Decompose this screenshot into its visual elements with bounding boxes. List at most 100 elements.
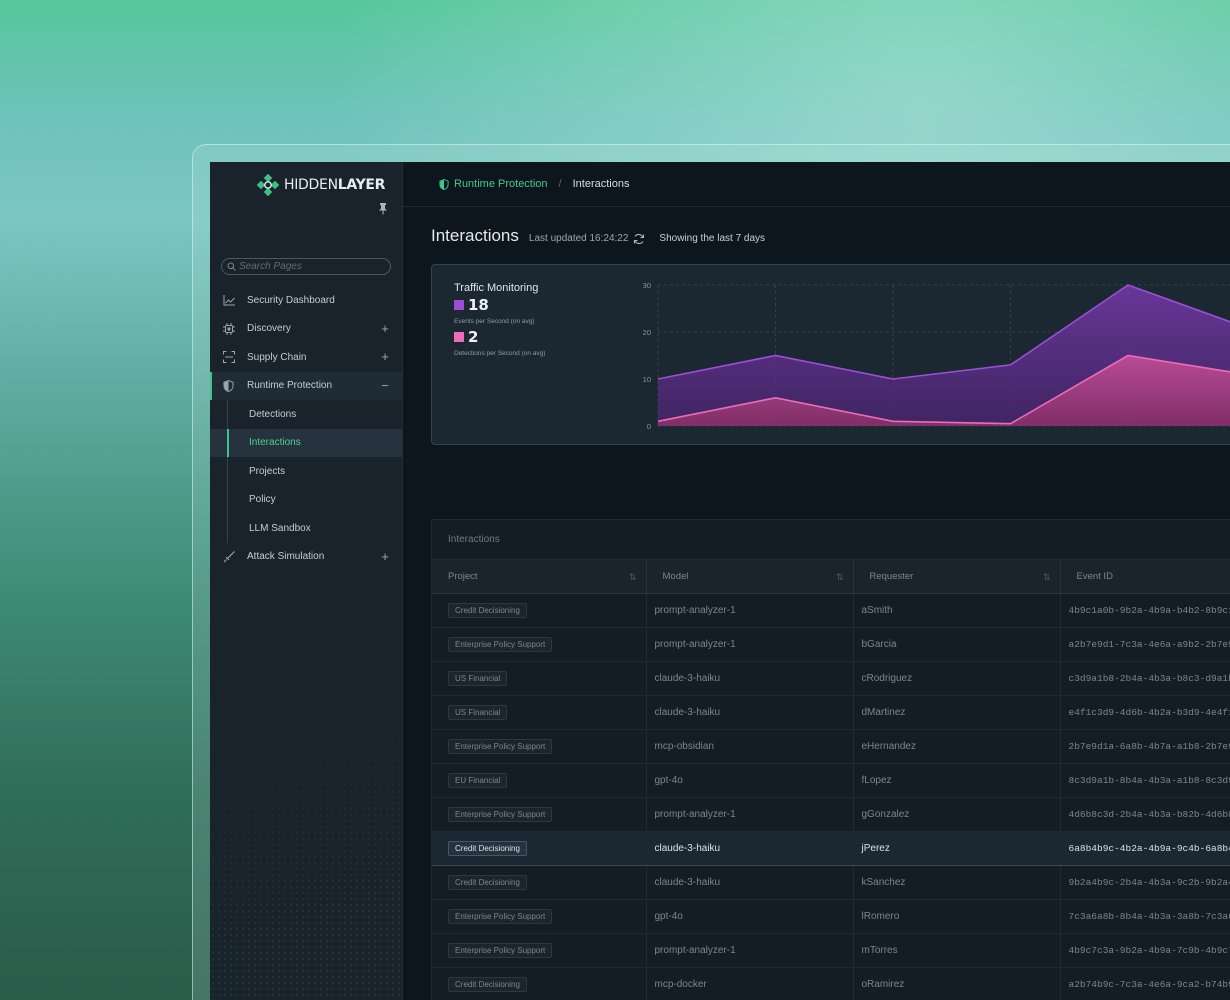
- cell-text: lRomero: [861, 910, 900, 922]
- search-pages-box[interactable]: [221, 258, 391, 275]
- cell-text: dMartinez: [861, 706, 906, 718]
- cell-model: prompt-analyzer-1: [646, 797, 854, 832]
- subitem-label: LLM Sandbox: [249, 522, 311, 534]
- pin-icon[interactable]: [378, 202, 390, 216]
- project-tag: US Financial: [448, 704, 508, 720]
- cell-model: prompt-analyzer-1: [646, 933, 854, 968]
- logo-text: HIDDENLAYER: [284, 177, 385, 193]
- column-header-event-id[interactable]: Event ID: [1060, 560, 1230, 594]
- cell-requester: fLopez: [853, 763, 1061, 798]
- table-row[interactable]: Enterprise Policy Support prompt-analyzer…: [432, 933, 1230, 968]
- cell-project: Enterprise Policy Support: [432, 933, 647, 968]
- cell-event-id: c3d9a1b8-2b4a-4b3a-b8c3-d9a1b: [1060, 661, 1230, 696]
- table-row[interactable]: Credit Decisioning claude-3-haiku jPerez 6a…: [432, 830, 1230, 866]
- table-row[interactable]: US Financial claude-3-haiku cRodriguez c3d9…: [432, 661, 1230, 696]
- cell-model: claude-3-haiku: [646, 695, 854, 730]
- cell-requester: oRamirez: [853, 967, 1061, 1000]
- cell-text: prompt-analyzer-1: [654, 638, 736, 650]
- cell-text: 9b2a4b9c-2b4a-4b3a-9c2b-9b2a4: [1068, 876, 1230, 888]
- traffic-chart: 30 20 10 0: [643, 281, 1230, 431]
- column-label: Project: [448, 570, 478, 582]
- subitem-label: Projects: [249, 465, 286, 477]
- cell-text: bGarcia: [861, 638, 897, 650]
- expand-plus-icon[interactable]: +: [380, 549, 390, 564]
- table-row[interactable]: Enterprise Policy Support prompt-analyzer…: [432, 627, 1230, 662]
- y-tick-label: 20: [643, 328, 651, 337]
- subitem-label: Interactions: [249, 437, 301, 449]
- sidebar-item-discovery[interactable]: Discovery +: [210, 315, 402, 344]
- cell-text: fLopez: [861, 774, 892, 786]
- interactions-table-card: Interactions Project ⇅ Model ⇅ Requester ⇅ …: [431, 519, 1230, 1000]
- cell-text: 6a8b4b9c-4b2a-4b9a-9c4b-6a8b4: [1068, 842, 1230, 854]
- time-range-label: Showing the last 7 days: [659, 233, 766, 244]
- collapse-minus-icon[interactable]: −: [380, 378, 390, 393]
- cell-requester: mTorres: [853, 933, 1061, 968]
- sort-icon[interactable]: ⇅: [836, 572, 844, 583]
- refresh-icon[interactable]: [633, 233, 645, 245]
- table-row[interactable]: Credit Decisioning prompt-analyzer-1 aSmit…: [432, 593, 1230, 628]
- sidebar-item-runtime-protection[interactable]: Runtime Protection −: [210, 371, 402, 400]
- shield-icon: [439, 178, 449, 190]
- table-row[interactable]: EU Financial gpt-4o fLopez 8c3d9a1b-8b4a-4b…: [432, 763, 1230, 798]
- detections-value: 2: [468, 328, 479, 346]
- cell-event-id: 4d6b8c3d-2b4a-4b3a-b82b-4d6b8: [1060, 797, 1230, 832]
- breadcrumb-parent[interactable]: Runtime Protection: [439, 178, 548, 190]
- sort-icon[interactable]: ⇅: [1043, 572, 1051, 583]
- sidebar-subitem-interactions[interactable]: Interactions: [210, 428, 402, 457]
- breadcrumb-separator: /: [558, 178, 562, 190]
- cell-text: gpt-4o: [654, 910, 683, 922]
- cell-event-id: 4b9c1a0b-9b2a-4b9a-b4b2-8b9c1: [1060, 593, 1230, 628]
- cell-text: oRamirez: [861, 978, 905, 990]
- cell-text: a2b74b9c-7c3a-4e6a-9ca2-b74b9: [1068, 978, 1230, 990]
- project-tag: Credit Decisioning: [448, 840, 527, 856]
- hiddenlayer-logo[interactable]: HIDDENLAYER: [257, 172, 385, 198]
- table-row[interactable]: Enterprise Policy Support prompt-analyzer…: [432, 797, 1230, 832]
- table-row[interactable]: US Financial claude-3-haiku dMartinez e4f1c…: [432, 695, 1230, 730]
- search-icon: [227, 262, 236, 271]
- sidebar-item-label: Runtime Protection: [247, 380, 333, 392]
- sidebar-nav: Security Dashboard Discovery + Supply Ch…: [210, 286, 402, 572]
- table-row[interactable]: Enterprise Policy Support mcp-obsidian eHe…: [432, 729, 1230, 764]
- table-row[interactable]: Credit Decisioning mcp-docker oRamirez a2b7…: [432, 967, 1230, 1000]
- cell-model: gpt-4o: [646, 763, 854, 798]
- cell-project: Credit Decisioning: [432, 967, 647, 1000]
- search-pages-input[interactable]: [239, 261, 384, 272]
- sidebar-subitem-policy[interactable]: Policy: [210, 486, 402, 515]
- subitem-label: Detections: [249, 408, 297, 420]
- project-tag: Credit Decisioning: [448, 874, 527, 890]
- cell-requester: lRomero: [853, 899, 1061, 934]
- sidebar-item-attack-simulation[interactable]: Attack Simulation +: [210, 543, 402, 572]
- table-title: Interactions: [432, 520, 1230, 560]
- project-tag: Credit Decisioning: [448, 976, 527, 992]
- cell-project: Enterprise Policy Support: [432, 627, 647, 662]
- project-tag: Enterprise Policy Support: [448, 908, 553, 924]
- sidebar-item-supply-chain[interactable]: Supply Chain +: [210, 343, 402, 372]
- sidebar-subitem-detections[interactable]: Detections: [210, 400, 402, 429]
- logo-text-layer: LAYER: [337, 177, 386, 193]
- table-row[interactable]: Enterprise Policy Support gpt-4o lRomero 7c…: [432, 899, 1230, 934]
- cell-event-id: 9b2a4b9c-2b4a-4b3a-9c2b-9b2a4: [1060, 865, 1230, 900]
- cell-model: mcp-obsidian: [646, 729, 854, 764]
- subitem-label: Policy: [249, 494, 276, 506]
- cell-text: prompt-analyzer-1: [654, 944, 736, 956]
- cell-event-id: 2b7e9d1a-6a8b-4b7a-a1b8-2b7e9: [1060, 729, 1230, 764]
- cell-model: prompt-analyzer-1: [646, 627, 854, 662]
- events-stat: 18: [454, 296, 489, 314]
- cell-text: jPerez: [861, 842, 890, 854]
- cell-text: mcp-docker: [654, 978, 707, 990]
- last-updated-text: Last updated 16:24:22: [528, 233, 629, 244]
- sidebar-item-security-dashboard[interactable]: Security Dashboard: [210, 286, 402, 315]
- table-row[interactable]: Credit Decisioning claude-3-haiku kSanchez…: [432, 865, 1230, 900]
- expand-plus-icon[interactable]: +: [380, 350, 390, 364]
- expand-plus-icon[interactable]: +: [380, 321, 390, 336]
- interactions-table: Project ⇅ Model ⇅ Requester ⇅ Event ID Cred…: [432, 560, 1230, 1000]
- sort-icon[interactable]: ⇅: [629, 572, 637, 583]
- sidebar-subitem-projects[interactable]: Projects: [210, 457, 402, 486]
- sidebar-item-label: Supply Chain: [247, 351, 307, 363]
- column-header-model[interactable]: Model ⇅: [646, 560, 854, 594]
- decorative-dots: [210, 680, 402, 1000]
- column-header-requester[interactable]: Requester ⇅: [853, 560, 1061, 594]
- sidebar-subitem-llm-sandbox[interactable]: LLM Sandbox: [210, 514, 402, 543]
- column-header-project[interactable]: Project ⇅: [432, 560, 647, 594]
- cell-text: aSmith: [861, 604, 893, 616]
